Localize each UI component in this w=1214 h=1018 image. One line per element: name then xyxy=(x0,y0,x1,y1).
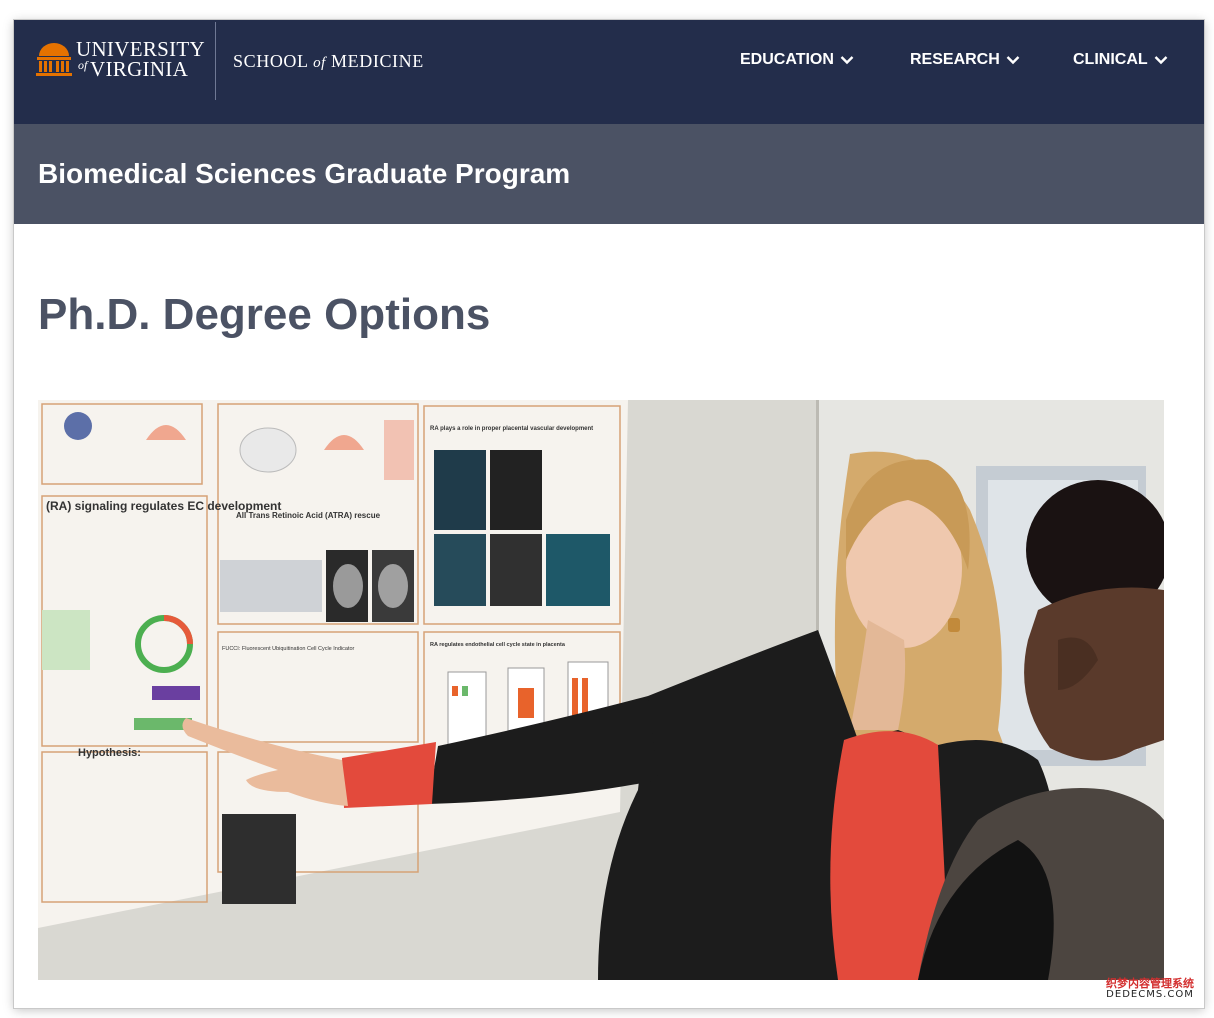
chevron-down-icon xyxy=(1154,56,1168,65)
poster-panel-title-1: RA plays a role in proper placental vasc… xyxy=(430,426,593,432)
chevron-down-icon xyxy=(840,56,854,65)
rotunda-icon xyxy=(36,43,72,76)
page-title: Ph.D. Degree Options xyxy=(38,290,491,339)
uva-logo[interactable]: UNIVERSITY of VIRGINIA xyxy=(36,38,206,98)
nav-clinical-label: CLINICAL xyxy=(1073,51,1148,68)
school-prefix: SCHOOL xyxy=(233,51,308,71)
hero-image: (RA) signaling regulates EC development … xyxy=(38,400,1164,980)
poster-panel-title-4: RA regulates endothelial cell cycle stat… xyxy=(430,642,566,648)
school-of-medicine-label[interactable]: SCHOOL of MEDICINE xyxy=(233,51,424,72)
top-navigation-bar: UNIVERSITY of VIRGINIA SCHOOL of MEDICIN… xyxy=(14,20,1204,124)
watermark-line1: 织梦内容管理系统 xyxy=(1106,977,1194,990)
virginia-word: VIRGINIA xyxy=(90,57,189,81)
chevron-down-icon xyxy=(1006,56,1020,65)
poster-panel-title-2: All Trans Retinoic Acid (ATRA) rescue xyxy=(236,511,381,520)
poster-panel-title-3: FUCCI: Fluorescent Ubiquitination Cell C… xyxy=(222,646,355,652)
nav-education-label: EDUCATION xyxy=(740,51,834,68)
program-title[interactable]: Biomedical Sciences Graduate Program xyxy=(38,158,570,190)
browser-frame: UNIVERSITY of VIRGINIA SCHOOL of MEDICIN… xyxy=(14,20,1204,1008)
school-of: of xyxy=(313,55,326,71)
nav-research-label: RESEARCH xyxy=(910,51,1000,68)
poster-panel-title-5: Hypothesis: xyxy=(78,747,141,759)
watermark-line2: DEDECMS.COM xyxy=(1106,989,1194,1000)
poster-presentation-photo: (RA) signaling regulates EC development … xyxy=(38,400,1164,980)
nav-clinical[interactable]: CLINICAL xyxy=(1073,51,1168,69)
school-suffix: MEDICINE xyxy=(331,51,424,71)
university-of: of xyxy=(78,58,88,72)
logo-divider xyxy=(215,22,216,100)
program-banner: Biomedical Sciences Graduate Program xyxy=(14,124,1204,224)
nav-research[interactable]: RESEARCH xyxy=(910,51,1020,69)
nav-education[interactable]: EDUCATION xyxy=(740,51,854,69)
watermark: 织梦内容管理系统 DEDECMS.COM xyxy=(1106,978,1194,1000)
